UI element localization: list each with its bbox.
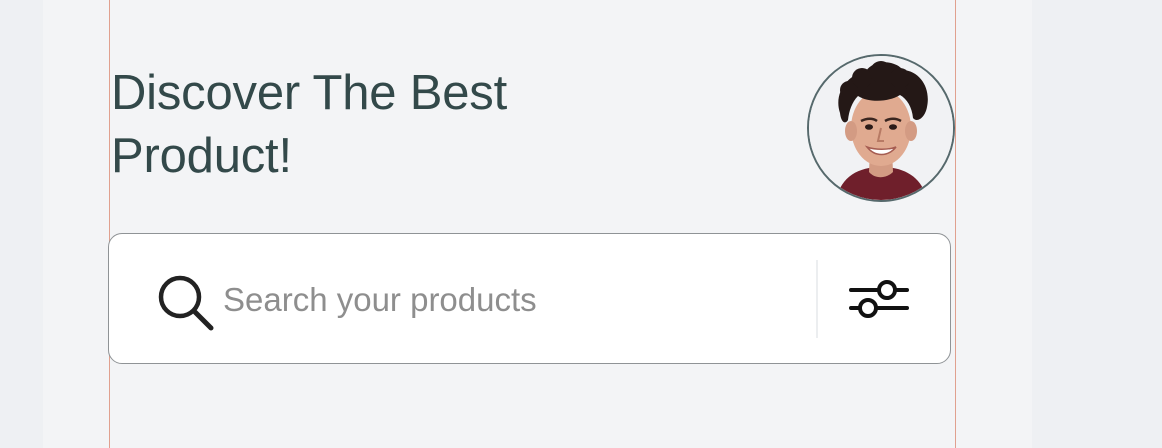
search-icon[interactable] [151,268,217,334]
search-divider [816,260,818,338]
avatar[interactable] [807,54,955,202]
search-input[interactable] [223,274,803,326]
filter-button[interactable] [847,273,911,325]
page-title: Discover The Best Product! [111,62,631,188]
page-title-line-1: Discover The Best [111,66,508,120]
layout-guide-right [955,0,956,448]
avatar-photo-icon [809,56,953,200]
sliders-icon [849,280,909,318]
page-title-line-2: Product! [111,129,292,183]
layout-guide-left [109,0,110,448]
search-bar [108,233,951,364]
